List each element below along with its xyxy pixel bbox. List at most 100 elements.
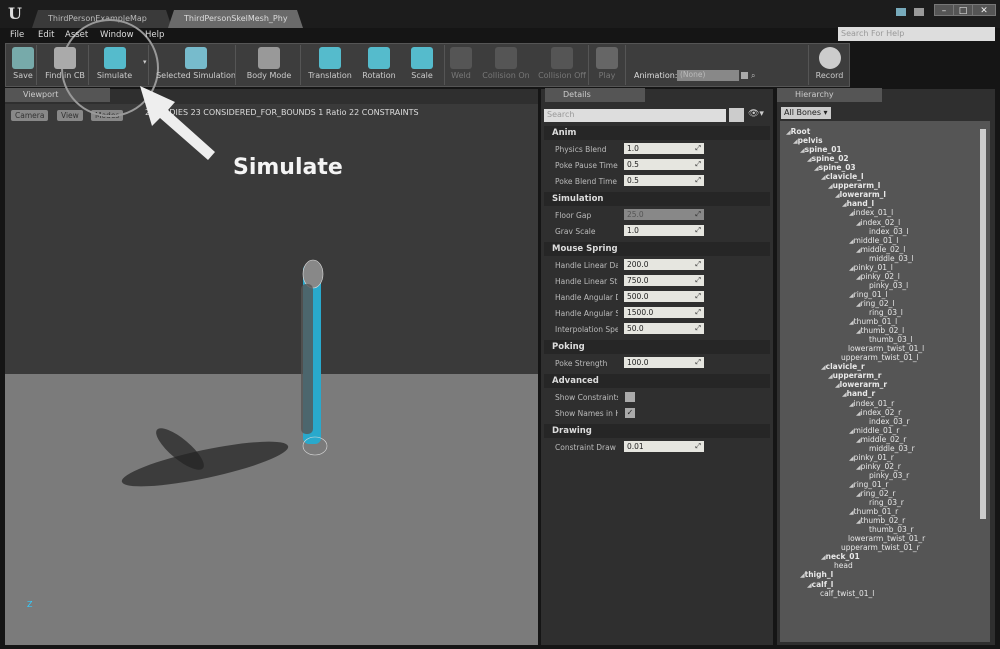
collision-on-button[interactable]: Collision On [478, 44, 534, 86]
help-search-input[interactable]: Search For Help [838, 27, 995, 41]
bone-item[interactable]: ◢pelvis [793, 136, 823, 145]
weld-button[interactable]: Weld [446, 44, 476, 86]
bone-item[interactable]: ◢pinky_02_r [856, 462, 901, 471]
skeletal-mesh[interactable] [5, 104, 538, 645]
viewport-canvas[interactable]: Camera View Modes 23 BODIES 23 CONSIDERE… [5, 104, 538, 645]
bone-item[interactable]: ◢index_01_l [849, 208, 893, 217]
property-value-input[interactable]: 0.5 [624, 159, 704, 170]
bone-item[interactable]: ◢pinky_01_l [849, 263, 893, 272]
bone-item[interactable]: ◢hand_l [842, 199, 874, 208]
bone-filter-dropdown[interactable]: All Bones ▾ [781, 107, 831, 119]
tab-hierarchy[interactable]: Hierarchy [777, 88, 882, 102]
simulate-button[interactable]: Simulate [92, 44, 137, 86]
scrollbar[interactable] [980, 129, 986, 519]
bone-item[interactable]: thumb_03_r [869, 525, 914, 534]
maximize-button[interactable]: □ [953, 4, 973, 16]
bone-item[interactable]: ring_03_r [869, 498, 904, 507]
bone-item[interactable]: ◢index_02_r [856, 408, 901, 417]
bone-item[interactable]: ◢spine_01 [800, 145, 842, 154]
tab-details[interactable]: Details [545, 88, 645, 102]
bone-item[interactable]: index_03_r [869, 417, 910, 426]
bone-item[interactable]: pinky_03_r [869, 471, 909, 480]
body-mode-button[interactable]: Body Mode [240, 44, 298, 86]
section-simulation[interactable]: Simulation [544, 192, 770, 206]
bone-item[interactable]: head [834, 561, 853, 570]
menu-edit[interactable]: Edit [38, 30, 54, 40]
bone-item[interactable]: calf_twist_01_l [820, 589, 874, 598]
bone-item[interactable]: ◢lowerarm_l [835, 190, 886, 199]
bone-item[interactable]: ◢upperarm_r [828, 371, 882, 380]
bone-item[interactable]: ◢pinky_01_r [849, 453, 894, 462]
section-mouse-spring[interactable]: Mouse Spring [544, 242, 770, 256]
bone-item[interactable]: ring_03_l [869, 308, 903, 317]
close-button[interactable]: ✕ [972, 4, 996, 16]
bone-item[interactable]: ◢thumb_01_r [849, 507, 898, 516]
record-button[interactable]: Record [812, 44, 847, 86]
section-poking[interactable]: Poking [544, 340, 770, 354]
minimize-button[interactable]: – [934, 4, 954, 16]
feedback-icon[interactable] [896, 8, 906, 16]
property-value-input[interactable]: 100.0 [624, 357, 704, 368]
property-value-input[interactable]: 0.5 [624, 175, 704, 186]
find-icon[interactable]: ⌕ [751, 71, 755, 81]
menu-asset[interactable]: Asset [65, 30, 88, 40]
bone-item[interactable]: middle_03_l [869, 254, 914, 263]
translation-button[interactable]: Translation [305, 44, 355, 86]
property-checkbox[interactable] [625, 392, 635, 402]
menu-window[interactable]: Window [100, 30, 134, 40]
find-in-cb-button[interactable]: Find in CB [40, 44, 90, 86]
menu-help[interactable]: Help [145, 30, 164, 40]
view-options-icon[interactable] [729, 108, 744, 122]
bone-item[interactable]: ◢lowerarm_r [835, 380, 887, 389]
scale-button[interactable]: Scale [405, 44, 439, 86]
bone-item[interactable]: thumb_03_l [869, 335, 913, 344]
details-search-input[interactable]: Search [544, 109, 726, 122]
browse-icon[interactable] [741, 72, 748, 79]
bone-item[interactable]: ◢thumb_02_r [856, 516, 905, 525]
bone-item[interactable]: ◢clavicle_r [821, 362, 865, 371]
eye-icon[interactable]: 👁▾ [748, 109, 764, 119]
bone-item[interactable]: ◢calf_l [807, 580, 833, 589]
bone-item[interactable]: ◢middle_02_r [856, 435, 906, 444]
bone-item[interactable]: ◢hand_r [842, 389, 875, 398]
bone-item[interactable]: ◢thumb_01_l [849, 317, 897, 326]
bone-item[interactable]: lowerarm_twist_01_r [848, 534, 925, 543]
save-button[interactable]: Save [8, 44, 38, 86]
tutorial-icon[interactable] [914, 8, 924, 16]
bone-item[interactable]: ◢upperarm_l [828, 181, 880, 190]
collision-off-button[interactable]: Collision Off [533, 44, 591, 86]
bone-item[interactable]: ◢ring_01_l [849, 290, 887, 299]
bone-item[interactable]: ◢pinky_02_l [856, 272, 900, 281]
property-value-input[interactable]: 1.0 [624, 143, 704, 154]
bone-item[interactable]: ◢ring_01_r [849, 480, 888, 489]
bone-item[interactable]: ◢spine_02 [807, 154, 849, 163]
bone-item[interactable]: ◢middle_02_l [856, 245, 905, 254]
bone-item[interactable]: pinky_03_l [869, 281, 908, 290]
play-button[interactable]: Play [592, 44, 622, 86]
bone-item[interactable]: lowerarm_twist_01_l [848, 344, 924, 353]
bone-item[interactable]: ◢ring_02_l [856, 299, 894, 308]
bone-item[interactable]: ◢clavicle_l [821, 172, 864, 181]
bone-item[interactable]: ◢index_02_l [856, 218, 900, 227]
bone-item[interactable]: upperarm_twist_01_r [841, 543, 920, 552]
bone-item[interactable]: ◢neck_01 [821, 552, 860, 561]
section-drawing[interactable]: Drawing [544, 424, 770, 438]
bone-item[interactable]: ◢thigh_l [800, 570, 833, 579]
selected-simulation-button[interactable]: Selected Simulation [152, 44, 240, 86]
property-value-input[interactable]: 25.0 [624, 209, 704, 220]
bone-item[interactable]: index_03_l [869, 227, 909, 236]
property-value-input[interactable]: 50.0 [624, 323, 704, 334]
bone-item[interactable]: ◢spine_03 [814, 163, 856, 172]
simulate-dropdown-arrow[interactable]: ▾ [143, 58, 147, 66]
animation-select[interactable]: (None) [677, 70, 739, 81]
property-value-input[interactable]: 1500.0 [624, 307, 704, 318]
property-value-input[interactable]: 1.0 [624, 225, 704, 236]
bone-item[interactable]: ◢Root [786, 127, 810, 136]
bone-item[interactable]: ◢index_01_r [849, 399, 894, 408]
bone-item[interactable]: middle_03_r [869, 444, 915, 453]
section-advanced[interactable]: Advanced [544, 374, 770, 388]
property-checkbox[interactable]: ✓ [625, 408, 635, 418]
property-value-input[interactable]: 750.0 [624, 275, 704, 286]
property-value-input[interactable]: 0.01 [624, 441, 704, 452]
rotation-button[interactable]: Rotation [358, 44, 400, 86]
